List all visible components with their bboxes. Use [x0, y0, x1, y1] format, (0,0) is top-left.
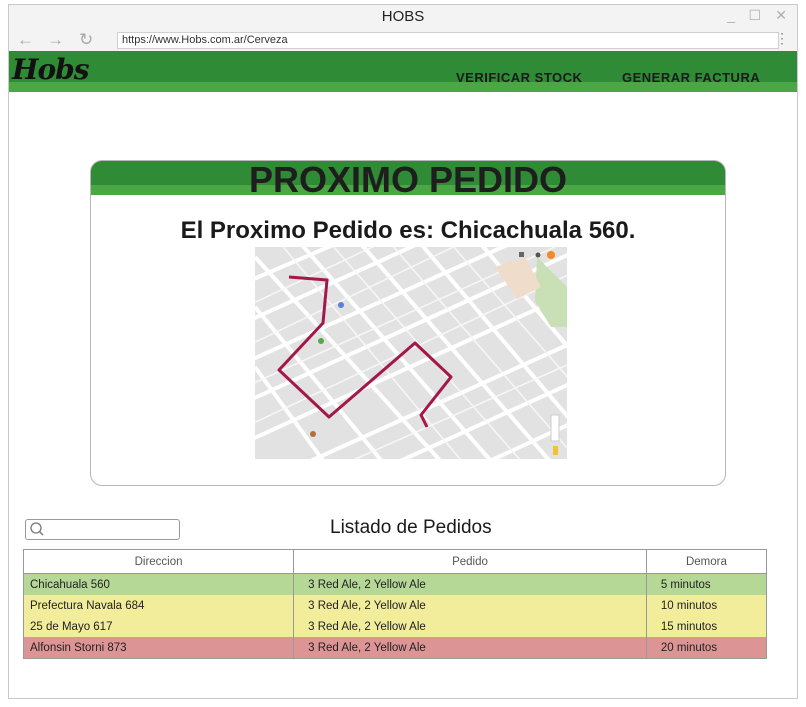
route-map[interactable] [255, 247, 567, 459]
orders-table: Direccion Pedido Demora Chicahuala 560 3… [22, 549, 768, 659]
address-bar: ← → ↻ https://www.Hobs.com.ar/Cerveza ⋮ [9, 29, 797, 52]
maximize-icon[interactable]: ☐ [748, 7, 761, 24]
site-header: Hobs VERIFICAR STOCK GENERAR FACTURA [9, 51, 797, 92]
table-row[interactable]: 25 de Mayo 617 3 Red Ale, 2 Yellow Ale 1… [22, 616, 768, 637]
logo[interactable]: Hobs [12, 53, 89, 86]
poi-marker-icon [310, 431, 316, 437]
table-row[interactable]: Alfonsin Storni 873 3 Red Ale, 2 Yellow … [22, 637, 768, 659]
map-user-icon[interactable] [547, 251, 555, 259]
card-header-band: PROXIMO PEDIDO [91, 161, 725, 200]
window-title: HOBS [381, 8, 425, 25]
next-order-card: PROXIMO PEDIDO El Proximo Pedido es: Chi… [90, 160, 726, 486]
column-header-pedido[interactable]: Pedido [293, 549, 647, 574]
card-title: PROXIMO PEDIDO [248, 160, 568, 200]
cell-pedido: 3 Red Ale, 2 Yellow Ale [293, 573, 647, 595]
cell-direccion: Prefectura Navala 684 [22, 595, 295, 616]
cell-direccion: Alfonsin Storni 873 [22, 637, 295, 659]
next-order-subtitle: El Proximo Pedido es: Chicachuala 560. [180, 217, 636, 244]
table-row[interactable]: Prefectura Navala 684 3 Red Ale, 2 Yello… [22, 595, 768, 616]
place-marker-icon [338, 302, 344, 308]
cell-pedido: 3 Red Ale, 2 Yellow Ale [293, 595, 647, 616]
cell-pedido: 3 Red Ale, 2 Yellow Ale [293, 616, 647, 637]
map-zoom-control[interactable] [550, 414, 560, 442]
cell-demora: 5 minutos [645, 573, 768, 595]
nav-verificar-stock[interactable]: VERIFICAR STOCK [456, 70, 582, 85]
close-icon[interactable]: ✕ [775, 7, 787, 24]
orders-list-title: Listado de Pedidos [330, 517, 492, 538]
forward-arrow-icon[interactable]: → [47, 30, 64, 50]
cell-pedido: 3 Red Ale, 2 Yellow Ale [293, 637, 647, 659]
cell-direccion: 25 de Mayo 617 [22, 616, 295, 637]
search-input[interactable] [25, 519, 180, 540]
map-grid-icon[interactable] [519, 252, 524, 257]
column-header-direccion[interactable]: Direccion [22, 549, 295, 574]
back-arrow-icon[interactable]: ← [17, 30, 34, 50]
park-marker-icon [318, 338, 324, 344]
map-settings-icon[interactable] [535, 252, 541, 258]
url-field[interactable]: https://www.Hobs.com.ar/Cerveza [117, 32, 779, 49]
cell-demora: 20 minutos [645, 637, 768, 659]
table-header-row: Direccion Pedido Demora [22, 549, 768, 574]
nav-generar-factura[interactable]: GENERAR FACTURA [622, 70, 760, 85]
reload-icon[interactable]: ↻ [79, 30, 93, 50]
minimize-icon[interactable]: _ [727, 7, 735, 23]
title-bar: HOBS _ ☐ ✕ [9, 5, 797, 30]
search-icon [30, 522, 44, 536]
cell-demora: 10 minutos [645, 595, 768, 616]
browser-menu-icon[interactable]: ⋮ [775, 30, 789, 47]
column-header-demora[interactable]: Demora [645, 549, 768, 574]
street-view-icon[interactable] [553, 446, 558, 455]
table-row[interactable]: Chicahuala 560 3 Red Ale, 2 Yellow Ale 5… [22, 573, 768, 595]
cell-demora: 15 minutos [645, 616, 768, 637]
cell-direccion: Chicahuala 560 [22, 573, 295, 595]
